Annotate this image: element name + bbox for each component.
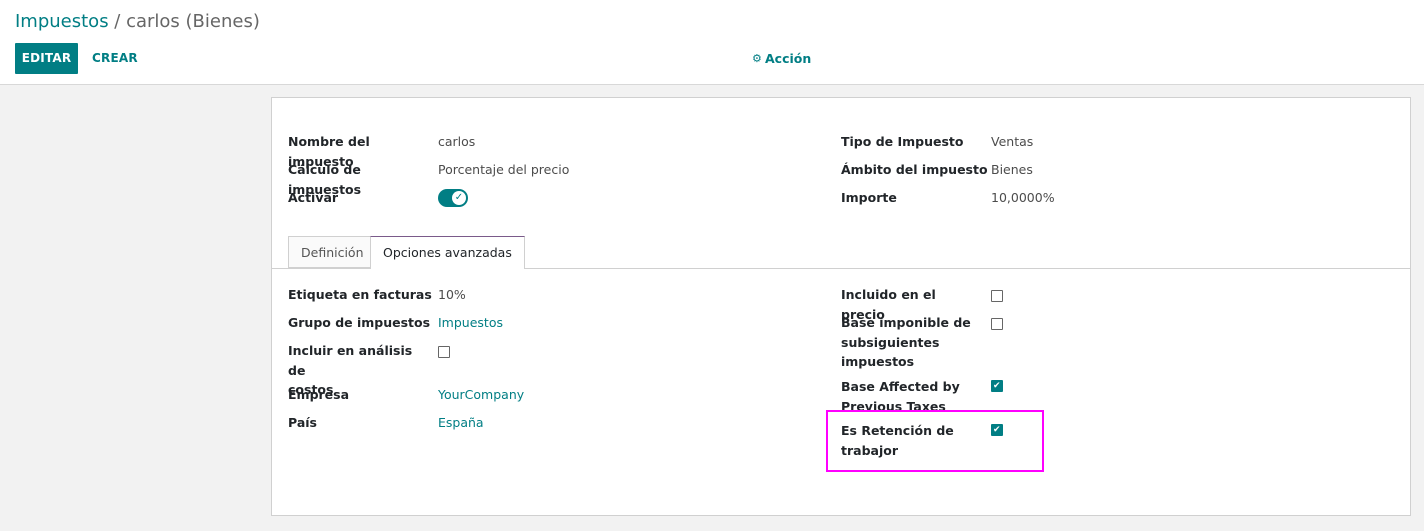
activar-toggle[interactable]: ✓ [438, 189, 468, 207]
field-row-ambito: Ámbito del impuesto Bienes [841, 160, 1033, 180]
field-value-ambito[interactable]: Bienes [991, 160, 1033, 180]
field-row-empresa: Empresa YourCompany [288, 385, 524, 405]
action-menu-button[interactable]: ⚙ Acción [752, 43, 811, 74]
edit-button[interactable]: EDITAR [15, 43, 78, 74]
field-row-etiqueta: Etiqueta en facturas 10% [288, 285, 466, 305]
field-label-line: Base Affected by [841, 379, 960, 394]
gear-icon: ⚙ [752, 51, 762, 65]
field-value-grupo-link[interactable]: Impuestos [438, 313, 503, 333]
field-value-importe[interactable]: 10,0000% [991, 188, 1055, 208]
field-label-line: Incluir en análisis de [288, 343, 413, 378]
breadcrumb-current: carlos (Bienes) [126, 11, 260, 32]
field-label-line: Base imponible de [841, 315, 971, 330]
incluir-analisis-checkbox[interactable] [438, 346, 450, 358]
field-row-tipo: Tipo de Impuesto Ventas [841, 132, 1033, 152]
breadcrumb-separator: / [108, 11, 127, 32]
breadcrumb-link-impuestos[interactable]: Impuestos [15, 11, 109, 32]
field-value-empresa-link[interactable]: YourCompany [438, 385, 524, 405]
field-label: Activar [288, 190, 339, 205]
field-label-line: impuestos [841, 354, 915, 369]
incluido-precio-checkbox[interactable] [991, 290, 1003, 302]
create-button[interactable]: CREAR [84, 43, 146, 74]
action-label: Acción [765, 51, 812, 66]
control-panel: Impuestos / carlos (Bienes) EDITAR CREAR… [0, 0, 1424, 85]
check-icon: ✓ [452, 191, 466, 205]
field-label: Empresa [288, 387, 350, 402]
field-value-etiqueta[interactable]: 10% [438, 285, 466, 305]
base-affected-checkbox[interactable] [991, 379, 1003, 393]
field-label: Grupo de impuestos [288, 315, 431, 330]
field-label: Tipo de Impuesto [841, 134, 964, 149]
tab-opciones-avanzadas[interactable]: Opciones avanzadas [370, 236, 525, 269]
field-value-tipo[interactable]: Ventas [991, 132, 1033, 152]
field-label-line: subsiguientes [841, 334, 940, 350]
field-label: Ámbito del impuesto [841, 162, 988, 177]
field-label: País [288, 415, 317, 430]
field-label-base-imponible: Base imponible de subsiguientes impuesto… [841, 313, 981, 372]
tab-definicion[interactable]: Definición [288, 236, 377, 268]
field-row-grupo: Grupo de impuestos Impuestos [288, 313, 503, 333]
field-row-importe: Importe 10,0000% [841, 188, 1055, 208]
base-imponible-checkbox[interactable] [991, 318, 1003, 330]
field-row-pais: País España [288, 413, 484, 433]
highlight-annotation-box [826, 410, 1044, 472]
field-value-pais-link[interactable]: España [438, 413, 484, 433]
field-label: Etiqueta en facturas [288, 287, 432, 302]
breadcrumb: Impuestos / carlos (Bienes) [15, 10, 260, 34]
field-row-activar: Activar [288, 188, 438, 208]
field-label: Importe [841, 190, 897, 205]
